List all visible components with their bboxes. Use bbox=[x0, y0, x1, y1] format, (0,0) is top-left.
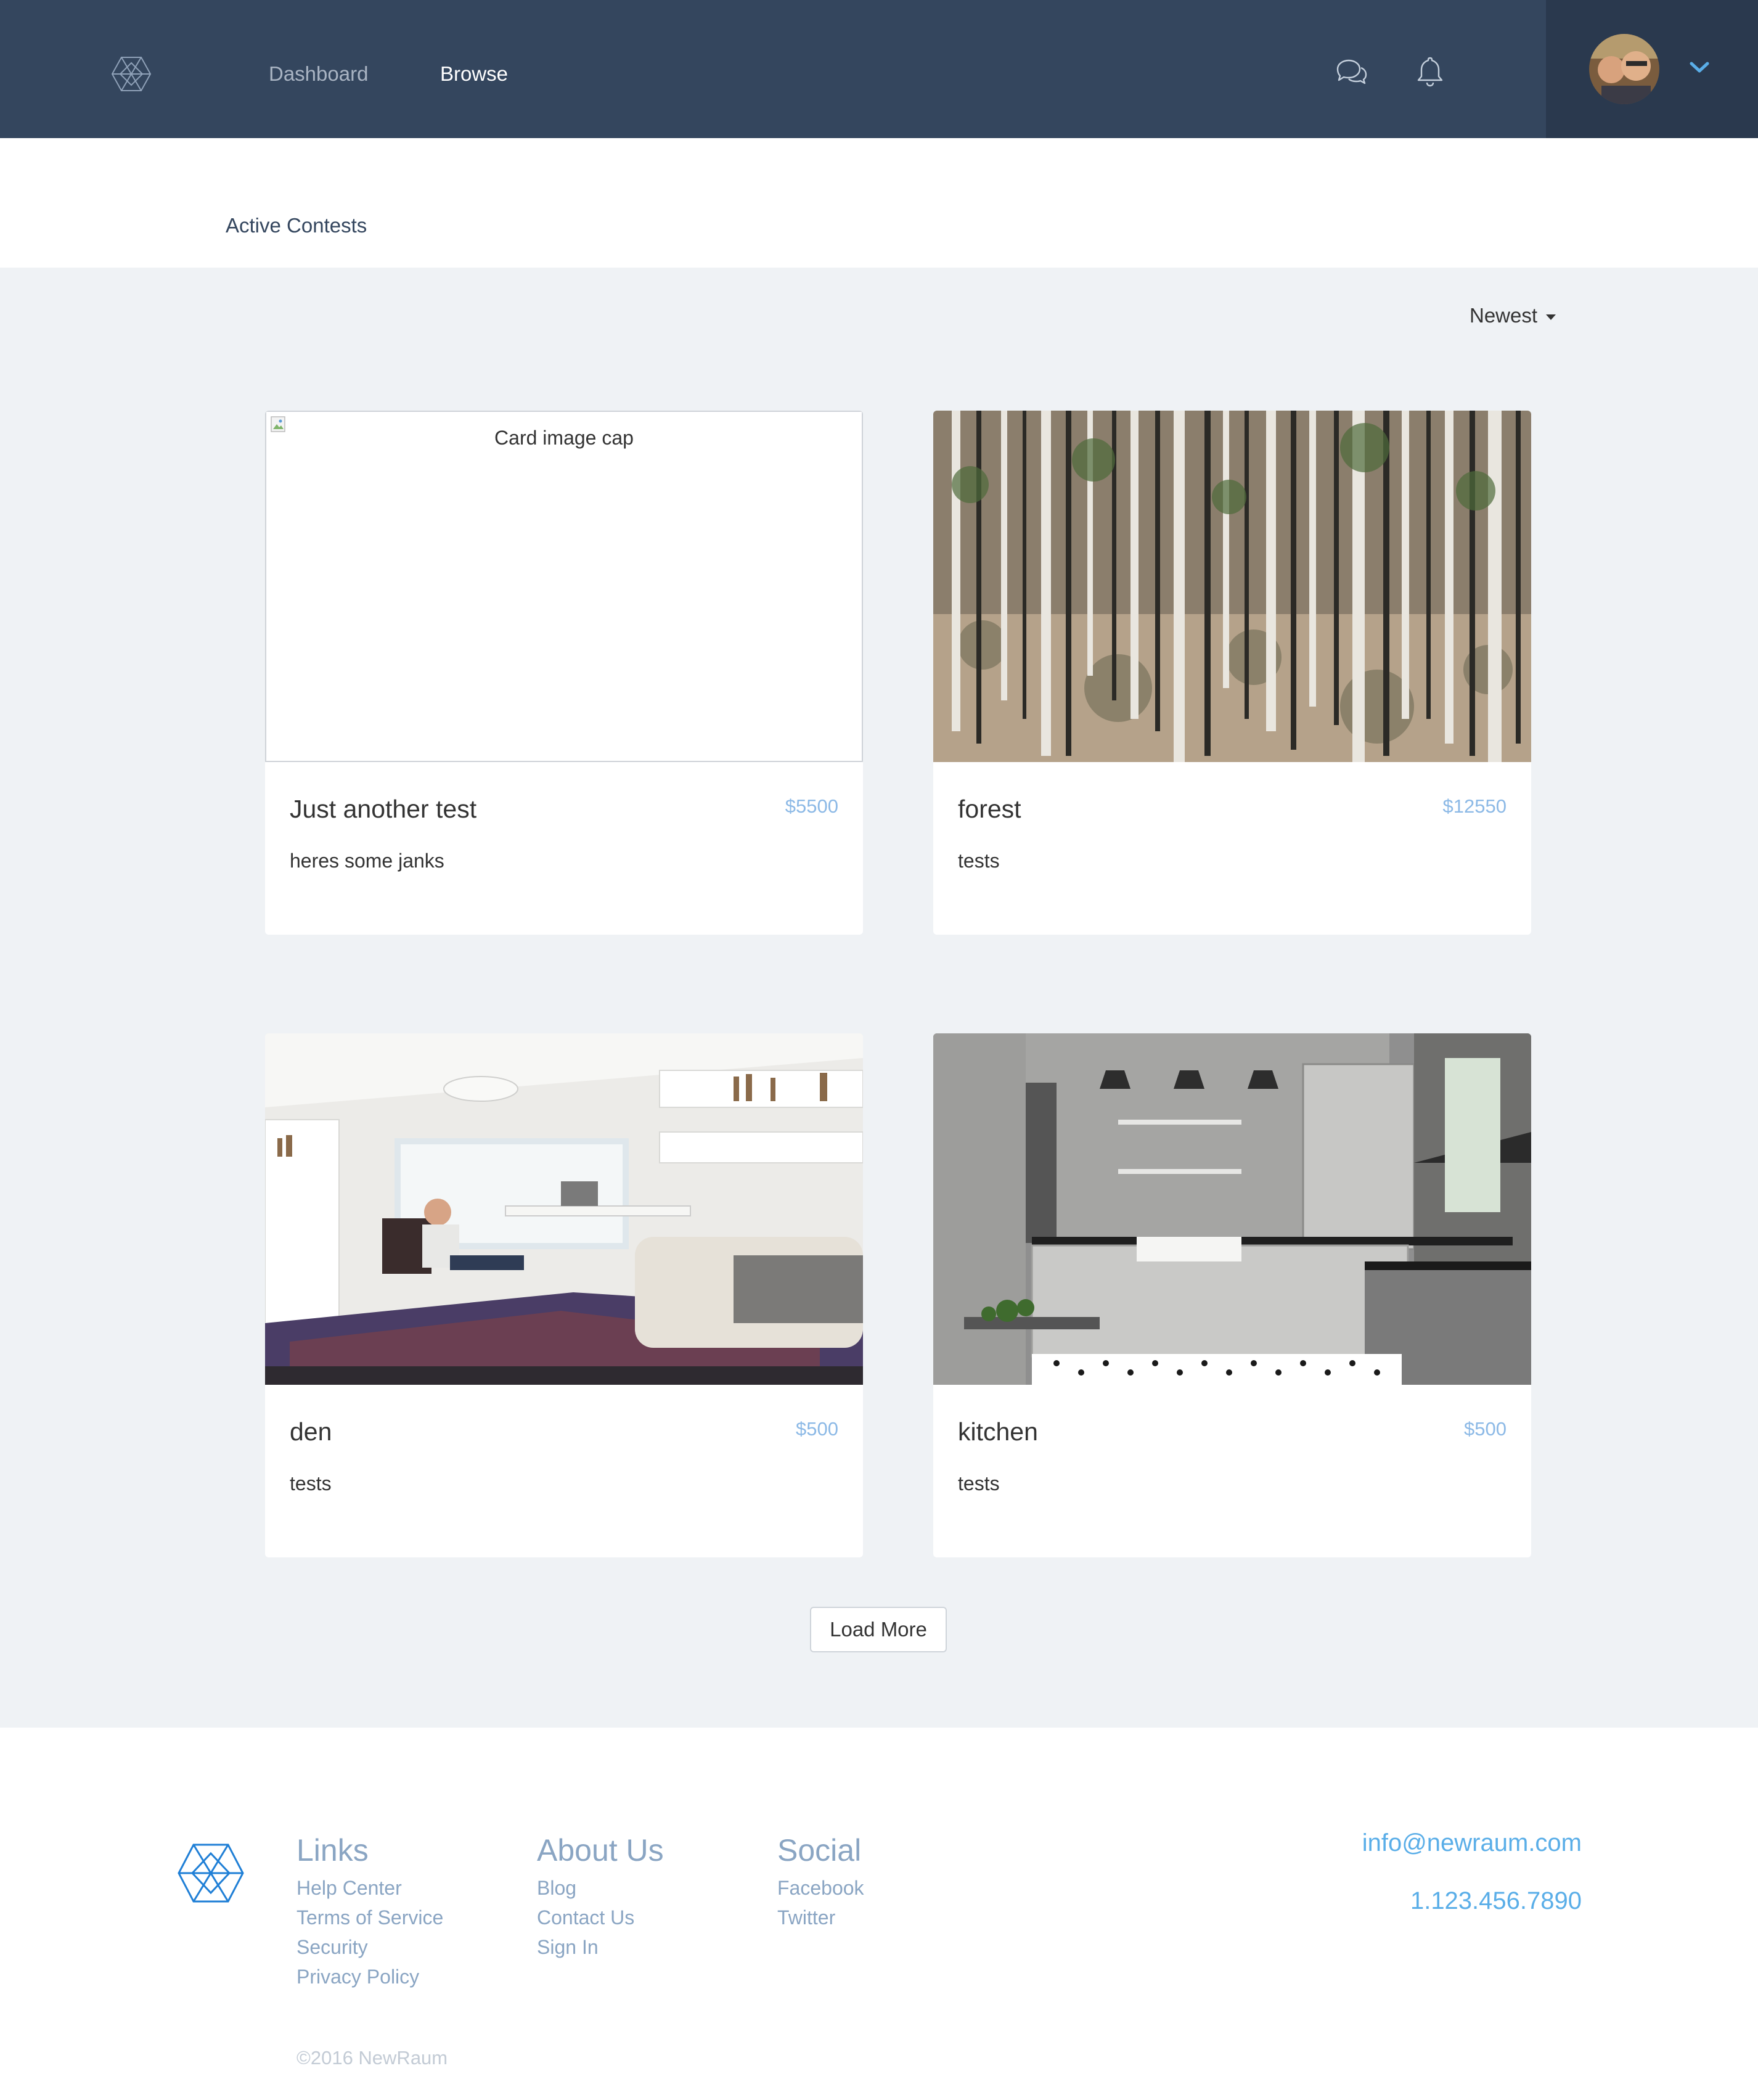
footer-link-security[interactable]: Security bbox=[296, 1932, 443, 1962]
card-price: $500 bbox=[796, 1418, 838, 1440]
chevron-down-icon[interactable] bbox=[1689, 58, 1710, 76]
footer-link-privacy[interactable]: Privacy Policy bbox=[296, 1962, 443, 1991]
card-description: tests bbox=[958, 1472, 1000, 1495]
footer-link-twitter[interactable]: Twitter bbox=[777, 1903, 864, 1932]
top-navbar: Dashboard Browse bbox=[0, 0, 1758, 138]
footer-links-heading: Links bbox=[296, 1833, 369, 1868]
card-image-den[interactable] bbox=[265, 1033, 863, 1385]
load-more-button[interactable]: Load More bbox=[810, 1607, 947, 1652]
contact-email[interactable]: info@newraum.com bbox=[1362, 1827, 1582, 1858]
footer-links-column: Links Help Center Terms of Service Secur… bbox=[296, 1831, 443, 1991]
tab-bar bbox=[0, 138, 1758, 269]
card-image-placeholder[interactable]: Card image cap bbox=[265, 411, 863, 762]
footer-link-help-center[interactable]: Help Center bbox=[296, 1873, 443, 1903]
footer-link-terms[interactable]: Terms of Service bbox=[296, 1903, 443, 1932]
caret-down-icon[interactable] bbox=[1546, 314, 1556, 320]
card-title[interactable]: kitchen bbox=[958, 1416, 1038, 1448]
hexagon-logo-icon[interactable] bbox=[111, 55, 152, 92]
chat-bubbles-icon[interactable] bbox=[1334, 54, 1368, 89]
nav-dashboard-link[interactable]: Dashboard bbox=[269, 62, 368, 86]
user-menu[interactable] bbox=[1546, 0, 1758, 138]
contact-phone[interactable]: 1.123.456.7890 bbox=[1410, 1885, 1582, 1916]
contests-area: Newest Card image cap Just another test … bbox=[0, 268, 1758, 1728]
contest-card[interactable]: kitchen $500 tests bbox=[933, 1033, 1531, 1557]
nav-browse-link[interactable]: Browse bbox=[440, 62, 508, 86]
footer-link-sign-in[interactable]: Sign In bbox=[537, 1932, 664, 1962]
sort-dropdown[interactable]: Newest bbox=[1470, 303, 1556, 328]
card-title[interactable]: den bbox=[290, 1416, 332, 1448]
card-description: tests bbox=[290, 1472, 332, 1495]
card-title[interactable]: Just another test bbox=[290, 793, 476, 825]
card-description: heres some janks bbox=[290, 850, 444, 872]
contest-card[interactable]: Card image cap Just another test $5500 h… bbox=[265, 411, 863, 935]
contest-card[interactable]: forest $12550 tests bbox=[933, 411, 1531, 935]
card-title[interactable]: forest bbox=[958, 793, 1021, 825]
card-price: $12550 bbox=[1442, 795, 1507, 817]
card-image-forest[interactable] bbox=[933, 411, 1531, 762]
hexagon-logo-icon[interactable] bbox=[176, 1842, 245, 1904]
sort-selected-label[interactable]: Newest bbox=[1470, 304, 1537, 327]
copyright-text: ©2016 NewRaum bbox=[296, 2047, 448, 2069]
footer: Links Help Center Terms of Service Secur… bbox=[0, 1728, 1758, 2100]
footer-link-contact[interactable]: Contact Us bbox=[537, 1903, 664, 1932]
card-description: tests bbox=[958, 850, 1000, 872]
card-image-alt-text: Card image cap bbox=[494, 427, 634, 449]
page: Dashboard Browse Active Contests Newest … bbox=[0, 0, 1758, 2100]
footer-social-column: Social Facebook Twitter bbox=[777, 1831, 864, 1932]
footer-link-blog[interactable]: Blog bbox=[537, 1873, 664, 1903]
avatar[interactable] bbox=[1589, 34, 1659, 104]
card-price: $5500 bbox=[785, 795, 838, 817]
bell-icon[interactable] bbox=[1413, 54, 1447, 89]
footer-social-heading: Social bbox=[777, 1833, 862, 1868]
contest-card[interactable]: den $500 tests bbox=[265, 1033, 863, 1557]
card-price: $500 bbox=[1464, 1418, 1507, 1440]
footer-link-facebook[interactable]: Facebook bbox=[777, 1873, 864, 1903]
footer-about-heading: About Us bbox=[537, 1833, 664, 1868]
footer-about-column: About Us Blog Contact Us Sign In bbox=[537, 1831, 664, 1962]
tab-active-contests-label[interactable]: Active Contests bbox=[226, 213, 367, 238]
card-image-kitchen[interactable] bbox=[933, 1033, 1531, 1385]
